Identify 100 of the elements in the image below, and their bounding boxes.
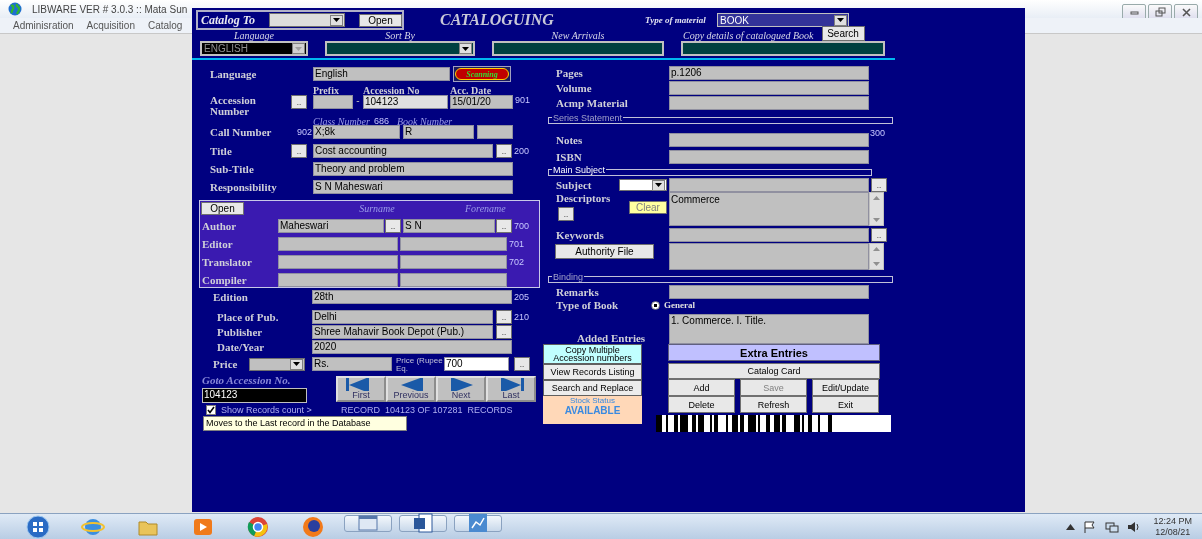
text-field[interactable]: 15/01/20 xyxy=(450,95,513,109)
scroll-down-arrow-icon[interactable] xyxy=(873,262,880,266)
document-icon[interactable] xyxy=(411,511,435,535)
text-field[interactable] xyxy=(669,150,869,164)
menu-item[interactable]: Adminisration xyxy=(6,20,80,31)
text-field[interactable] xyxy=(681,41,885,56)
catalog-combo[interactable] xyxy=(269,13,345,27)
speaker-icon[interactable] xyxy=(1127,520,1142,533)
clock-date[interactable]: 12/08/21 xyxy=(1155,526,1191,538)
browser-icon[interactable] xyxy=(246,514,270,539)
lookup-button[interactable]: .. xyxy=(385,219,401,233)
browser-icon[interactable] xyxy=(301,514,325,539)
scroll-up-arrow-icon[interactable] xyxy=(873,196,880,200)
text-field[interactable]: Shree Mahavir Book Depot (Pub.) xyxy=(312,325,493,339)
scrollbar[interactable] xyxy=(869,243,884,270)
lookup-button[interactable]: .. xyxy=(496,219,512,233)
text-field[interactable]: S N xyxy=(403,219,495,233)
text-field[interactable] xyxy=(669,285,869,299)
dropdown-button[interactable] xyxy=(330,14,343,26)
nav-button[interactable]: First xyxy=(336,376,386,402)
text-field[interactable] xyxy=(278,237,398,251)
search-button[interactable]: Search xyxy=(821,26,865,41)
chart-icon[interactable] xyxy=(466,511,490,535)
scrollbar[interactable] xyxy=(869,192,884,226)
text-field[interactable] xyxy=(278,255,398,269)
nav-button[interactable]: Last xyxy=(486,376,536,402)
dropdown[interactable] xyxy=(325,41,475,56)
accession-field[interactable]: 104123 xyxy=(202,388,307,403)
open-button[interactable]: Open xyxy=(359,13,402,27)
flag-icon[interactable] xyxy=(1083,520,1098,533)
action-button[interactable]: Refresh xyxy=(740,396,807,413)
tool-button[interactable]: Search and Replace xyxy=(543,380,642,396)
text-field[interactable] xyxy=(669,228,869,242)
text-field[interactable]: Cost accounting xyxy=(313,144,493,158)
nav-button[interactable]: Previous xyxy=(386,376,436,402)
menu-item[interactable]: Catalog xyxy=(140,20,189,31)
text-field[interactable]: 2020 xyxy=(312,340,512,354)
lookup-button[interactable]: .. xyxy=(514,357,530,371)
open-button[interactable]: Open xyxy=(201,201,244,215)
text-field[interactable]: S N Maheswari xyxy=(313,180,513,194)
lookup-button[interactable]: .. xyxy=(496,144,512,158)
dropdown-button[interactable] xyxy=(652,179,665,191)
text-field[interactable]: Maheswari xyxy=(278,219,384,233)
radio-label[interactable]: General xyxy=(664,300,695,310)
text-field[interactable]: 28th xyxy=(312,290,512,304)
text-field[interactable] xyxy=(477,125,513,139)
lookup-button[interactable]: .. xyxy=(558,207,574,221)
material-combo[interactable]: BOOK xyxy=(717,13,849,27)
text-area[interactable] xyxy=(669,243,869,270)
action-button[interactable]: Edit/Update xyxy=(812,379,879,396)
text-area[interactable]: 1. Commerce. I. Title. xyxy=(669,314,869,344)
tool-button[interactable]: View Records Listing xyxy=(543,364,642,380)
authority-file-button[interactable]: Authority File xyxy=(555,244,654,259)
action-button[interactable]: Exit xyxy=(812,396,879,413)
radio-button[interactable] xyxy=(651,300,660,310)
text-field[interactable] xyxy=(278,273,398,287)
text-field[interactable] xyxy=(400,273,507,287)
nav-button[interactable]: Next xyxy=(436,376,486,402)
dropdown-button[interactable] xyxy=(459,43,472,54)
checkbox-label[interactable]: Show Records count > xyxy=(221,405,341,415)
lookup-button[interactable]: .. xyxy=(871,178,887,192)
text-field[interactable] xyxy=(669,81,869,95)
text-field[interactable]: Rs. xyxy=(312,357,392,371)
start-button[interactable] xyxy=(26,514,50,539)
menu-item[interactable]: Acquisition xyxy=(79,20,141,31)
text-field[interactable] xyxy=(669,96,869,110)
scroll-down-arrow-icon[interactable] xyxy=(873,218,880,222)
lookup-button[interactable]: .. xyxy=(871,228,887,242)
action-button[interactable]: Add xyxy=(668,379,735,396)
text-area[interactable]: Commerce xyxy=(669,192,869,226)
dropdown[interactable] xyxy=(249,357,305,371)
text-field[interactable] xyxy=(669,178,869,192)
scanning-button[interactable]: Scanning xyxy=(455,68,509,80)
text-field[interactable]: English xyxy=(313,67,450,81)
lookup-button[interactable]: .. xyxy=(291,95,307,109)
scroll-up-arrow-icon[interactable] xyxy=(873,247,880,251)
lookup-button[interactable]: .. xyxy=(291,144,307,158)
dropdown[interactable] xyxy=(619,179,667,191)
expand-icon[interactable] xyxy=(1066,523,1076,530)
text-field[interactable]: 700 xyxy=(444,357,509,371)
text-field[interactable]: Delhi xyxy=(312,310,493,324)
lookup-button[interactable]: .. xyxy=(496,325,512,339)
text-field[interactable]: p.1206 xyxy=(669,66,869,80)
dropdown-button[interactable] xyxy=(290,358,303,370)
text-field[interactable] xyxy=(400,255,507,269)
text-field[interactable]: 104123 xyxy=(363,95,448,109)
dropdown-button[interactable] xyxy=(834,14,847,26)
clear-button[interactable]: Clear xyxy=(629,201,667,214)
text-field[interactable]: Theory and problem xyxy=(313,162,513,176)
network-icon[interactable] xyxy=(1105,520,1120,533)
checkbox[interactable] xyxy=(206,405,216,415)
text-field[interactable]: X;8k xyxy=(313,125,400,139)
text-field[interactable] xyxy=(400,237,507,251)
text-field[interactable] xyxy=(492,41,664,56)
tool-button[interactable]: Copy Multiple Accession numbers xyxy=(543,344,642,364)
action-button[interactable]: Delete xyxy=(668,396,735,413)
text-field[interactable] xyxy=(669,133,869,147)
clock-time[interactable]: 12:24 PM xyxy=(1153,515,1192,527)
catalog-card-button[interactable]: Catalog Card xyxy=(668,363,880,379)
lookup-button[interactable]: .. xyxy=(496,310,512,324)
